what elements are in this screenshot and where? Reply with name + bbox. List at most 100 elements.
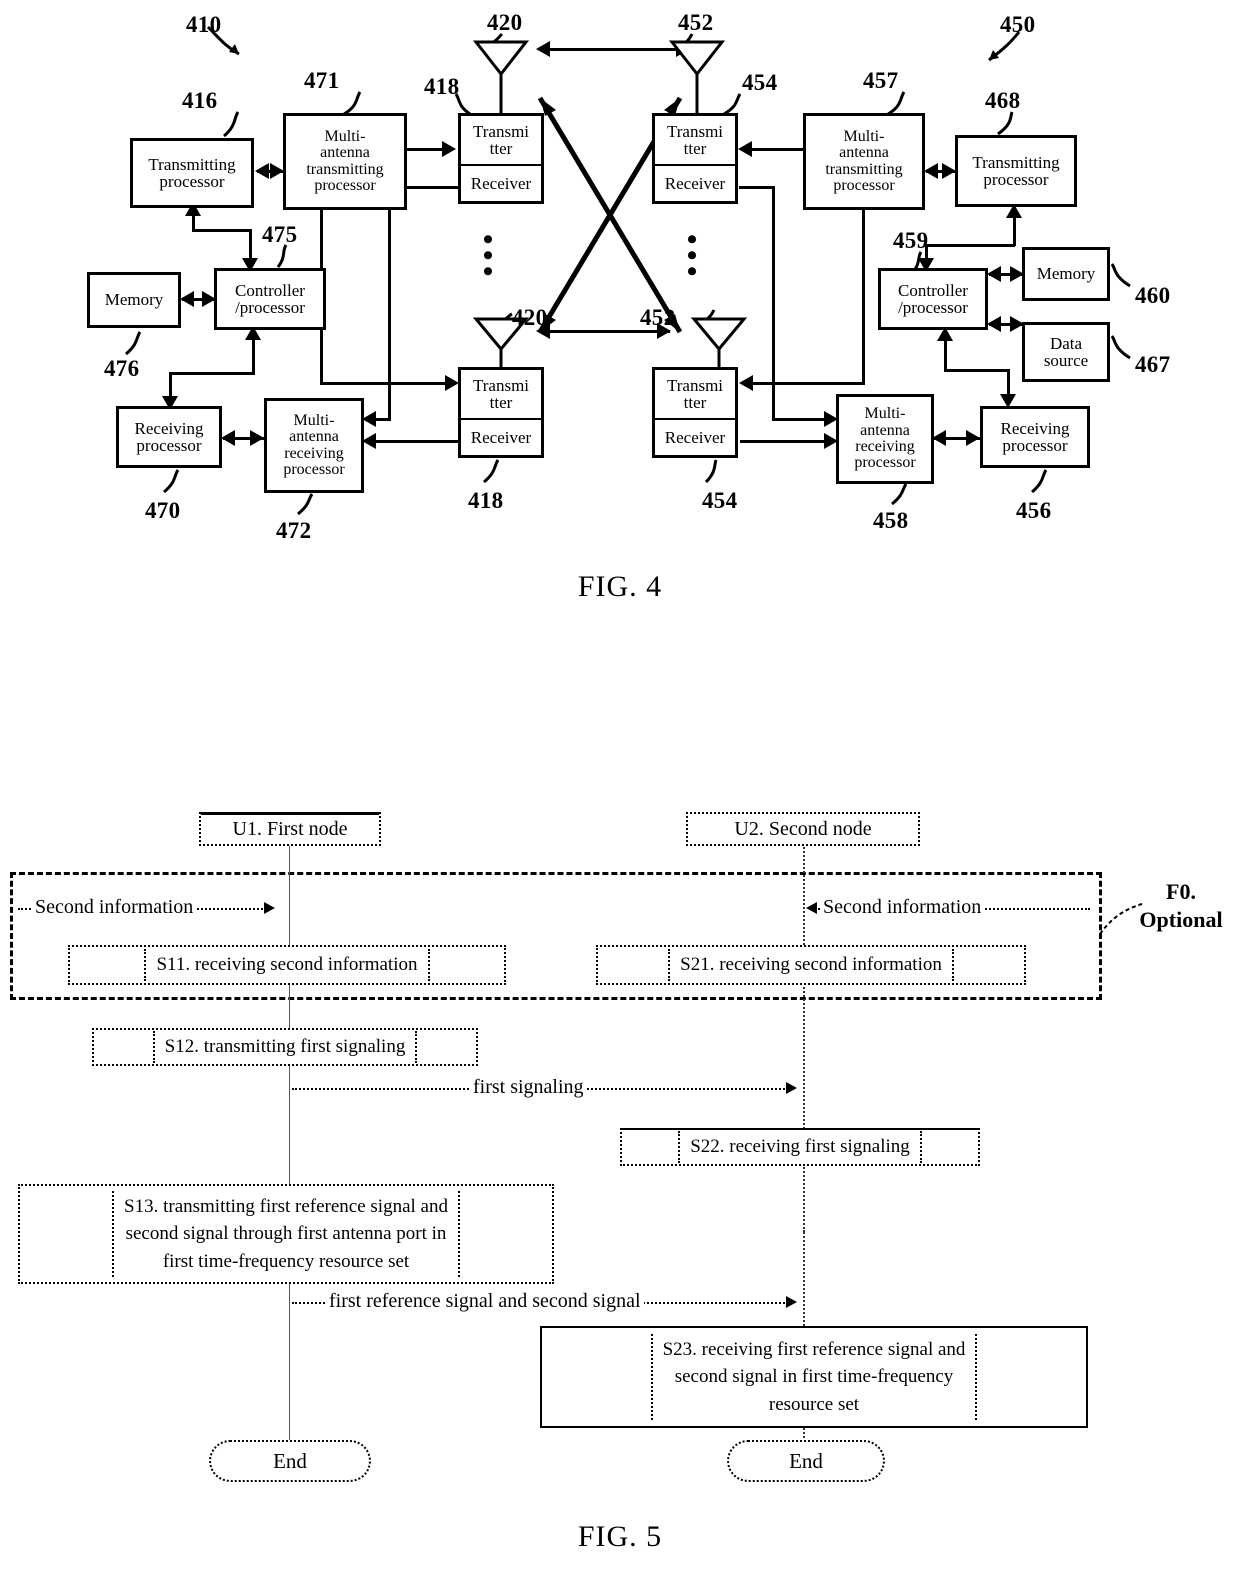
ref-452-bottom: 452 [640, 305, 676, 330]
step-s12[interactable]: S12. transmitting first signaling [92, 1028, 478, 1066]
patent-figure-page: 410 416 Transmitting processor 471 Multi… [0, 0, 1240, 1580]
step-s23-line1: S23. receiving first reference signal an… [662, 1338, 966, 1360]
msg-second-information-right: Second information [820, 896, 985, 919]
lead-454-bottom [704, 459, 718, 484]
line-ctrl-h-left [192, 229, 252, 232]
label-transmitter-2: tter [683, 392, 707, 412]
ref-452-top: 452 [678, 10, 714, 35]
end-left-label: End [273, 1448, 307, 1473]
step-s13-line1: S13. transmitting first reference signal… [124, 1195, 448, 1217]
line-471-down-h [320, 382, 452, 385]
ref-468: 468 [985, 88, 1021, 113]
transmitter-418-top: Transmi tter [461, 116, 541, 166]
block-transmitting-processor-416: Transmitting processor [130, 138, 254, 208]
label-transmitter-1: Transmi [666, 375, 724, 395]
block-multi-antenna-receiving-processor-458: Multi- antenna receiving processor [836, 394, 934, 484]
ref-467: 467 [1135, 352, 1171, 377]
step-s11[interactable]: S11. receiving second information [68, 945, 506, 985]
label-receiving: Receiving [1000, 418, 1070, 438]
label-processor: processor [833, 176, 895, 194]
step-s23[interactable]: S23. receiving first reference signal an… [540, 1326, 1088, 1428]
ref-454-bottom: 454 [702, 488, 738, 513]
line-456-ctrl-h [944, 369, 1010, 372]
step-s22[interactable]: S22. receiving first signaling [620, 1128, 980, 1166]
step-s13-line3: first time-frequency resource set [162, 1250, 410, 1272]
label-memory: Memory [1036, 264, 1096, 284]
arrowhead-left-458-456 [932, 430, 946, 446]
end-right-label: End [789, 1448, 823, 1473]
end-left[interactable]: End [209, 1440, 371, 1482]
line-rx-right-to-marp [772, 418, 830, 421]
label-processor: processor [983, 170, 1049, 189]
lead-418-bottom [483, 459, 500, 484]
ref-470: 470 [145, 498, 181, 523]
step-s23-line2: second signal in first time-frequency [674, 1366, 954, 1388]
block-memory-476: Memory [87, 272, 181, 328]
label-multi: Multi- [324, 127, 366, 145]
label-multi: Multi- [864, 405, 906, 423]
step-s21[interactable]: S21. receiving second information [596, 945, 1026, 985]
lead-472 [297, 493, 314, 516]
lead-f0 [1099, 903, 1143, 935]
node-second[interactable]: U2. Second node [686, 812, 920, 846]
label-antenna: antenna [320, 144, 370, 162]
label-transmitter-1: Transmi [472, 375, 530, 395]
ref-410: 410 [186, 12, 222, 37]
arrowhead-first-reference-signal [786, 1296, 797, 1308]
msg-first-reference-signal: first reference signal and second signal [326, 1290, 644, 1313]
line-457-down-h [745, 382, 865, 385]
step-s13[interactable]: S13. transmitting first reference signal… [18, 1184, 554, 1284]
label-source: source [1043, 351, 1089, 370]
step-s23-body: S23. receiving first reference signal an… [650, 1333, 978, 1421]
line-rx-top-right-h [739, 186, 775, 189]
block-transmitting-processor-468: Transmitting processor [955, 135, 1077, 207]
block-controller-processor-475: Controller /processor [214, 268, 326, 330]
label-receiver: Receiver [664, 428, 726, 448]
end-right[interactable]: End [727, 1440, 885, 1482]
label-transmitting: transmitting [306, 160, 384, 178]
antenna-420-top [472, 40, 530, 114]
arrowhead-rx-marp-left [362, 411, 376, 427]
ref-420-bottom: 420 [512, 305, 548, 330]
figure-4-caption: FIG. 4 [577, 570, 663, 603]
vertical-ellipsis-left: • • • [482, 223, 494, 288]
label-processor: processor [1002, 436, 1068, 455]
block-controller-processor-459: Controller /processor [878, 268, 988, 330]
ref-475: 475 [262, 222, 298, 247]
label-processor: processor [159, 172, 225, 191]
step-s12-label: S12. transmitting first signaling [152, 1031, 418, 1063]
line-470-ctrl-h [169, 372, 255, 375]
label-receiving: Receiving [134, 418, 204, 438]
antenna-452-top [668, 40, 726, 114]
lead-467 [1110, 335, 1131, 360]
line-rx-bottom-marp [366, 440, 461, 443]
arrowhead-right-416-471 [270, 163, 284, 179]
label-transmitter-2: tter [489, 138, 513, 158]
label-controller: Controller [898, 280, 968, 300]
vertical-ellipsis-right: • • • [686, 223, 698, 288]
receiver-418-bottom: Receiver [461, 420, 541, 457]
arrowhead-471-tx-bottom [445, 375, 459, 391]
ref-456: 456 [1016, 498, 1052, 523]
arrowhead-right-470-472 [250, 430, 264, 446]
arrowhead-457-tx-top [738, 141, 752, 157]
arrowhead-left-459-460 [987, 266, 1001, 282]
ref-458: 458 [873, 508, 909, 533]
figure-4: 410 416 Transmitting processor 471 Multi… [0, 0, 1240, 620]
lead-470 [163, 469, 180, 494]
ref-420-top: 420 [487, 10, 523, 35]
arrowhead-left-470-472 [221, 430, 235, 446]
label-processor: processor [854, 454, 916, 472]
node-first-label: U1. First node [232, 818, 348, 840]
arrowhead-right-458-456 [966, 430, 980, 446]
node-first[interactable]: U1. First node [199, 812, 381, 846]
arrowhead-right-457-468 [942, 163, 956, 179]
label-receiving2: receiving [284, 444, 344, 462]
lead-458 [891, 483, 908, 506]
msg-first-signaling: first signaling [470, 1076, 587, 1099]
label-memory: Memory [104, 290, 164, 310]
label-transmitting: transmitting [825, 160, 903, 178]
label-transmitter-1: Transmi [666, 121, 724, 141]
line-rx-top-right-v [772, 186, 775, 420]
arrowhead-471-tx-top [442, 141, 456, 157]
